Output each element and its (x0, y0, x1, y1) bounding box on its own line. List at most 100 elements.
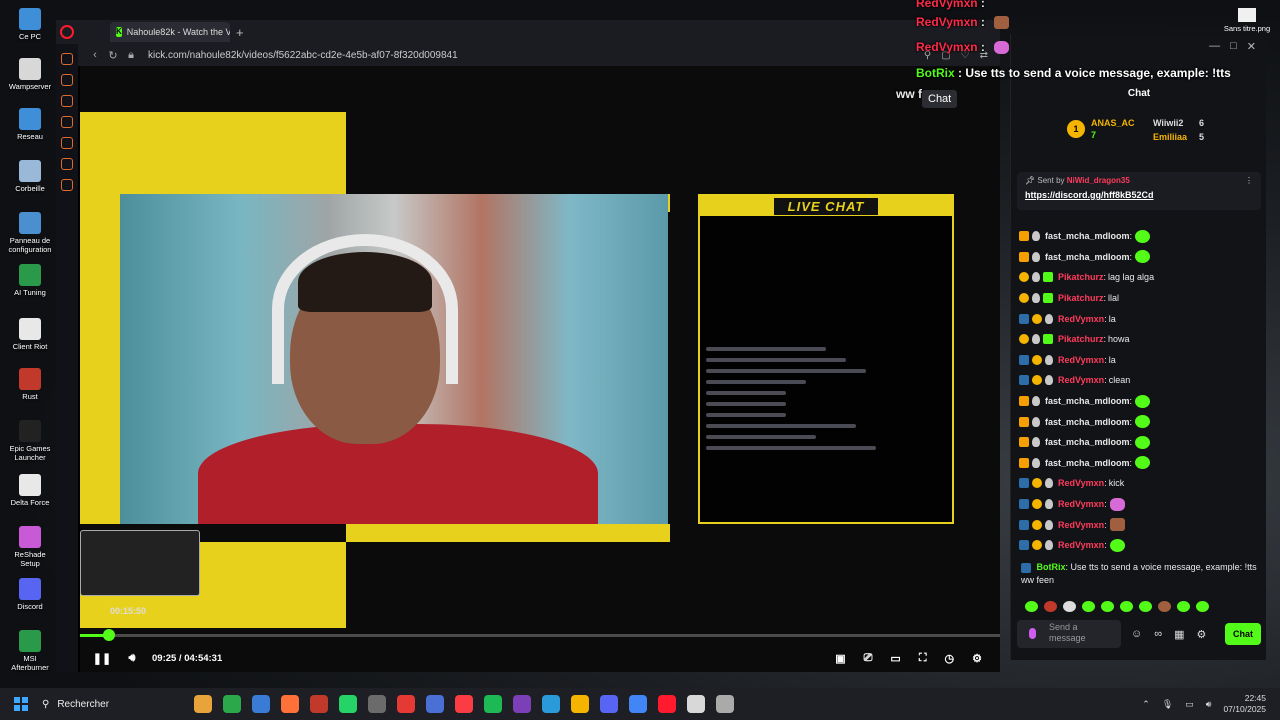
chat-username[interactable]: fast_mcha_mdloom (1045, 458, 1130, 468)
back-icon[interactable]: ‹ (86, 49, 104, 61)
taskbar-app-icon[interactable] (310, 695, 328, 713)
taskbar-app-icon[interactable] (513, 695, 531, 713)
taskbar-app-icon[interactable] (542, 695, 560, 713)
gift-icon[interactable]: ▦ (1174, 628, 1184, 641)
chat-username[interactable]: RedVymxn (1058, 540, 1104, 550)
windows-start-icon[interactable] (14, 697, 28, 711)
chat-username[interactable]: fast_mcha_mdloom (1045, 437, 1130, 447)
taskbar-app-icon[interactable] (658, 695, 676, 713)
chat-settings-icon[interactable]: ⚙ (1196, 628, 1206, 641)
desktop-icon[interactable]: Reseau (4, 108, 56, 141)
chat-input[interactable]: Send a message (1017, 620, 1121, 648)
emote-icon[interactable] (1177, 601, 1190, 612)
chat-username[interactable]: RedVymxn (1058, 375, 1104, 385)
taskbar-app-icon[interactable] (252, 695, 270, 713)
tray-chevron-icon[interactable]: ⌃ (1142, 699, 1150, 710)
chat-username[interactable]: Pikatchurz (1058, 334, 1104, 344)
emote-icon[interactable] (1120, 601, 1133, 612)
taskbar-app-icon[interactable] (687, 695, 705, 713)
taskbar-app-icon[interactable] (426, 695, 444, 713)
video-player[interactable]: LIVE CHAT 00:15:50 ❚❚ 🔊︎ 09:25 / 04:54:3… (80, 66, 1000, 672)
chat-username[interactable]: Pikatchurz (1058, 293, 1104, 303)
tab-kick[interactable]: K Nahoule82k - Watch the V (110, 22, 230, 42)
taskbar-app-icon[interactable] (484, 695, 502, 713)
taskbar-app-icon[interactable] (571, 695, 589, 713)
sidebar-wallet-icon[interactable] (61, 95, 73, 107)
sidebar-aria-icon[interactable] (61, 53, 73, 65)
volume-icon[interactable]: 🔊︎ (124, 651, 140, 665)
emote-icon[interactable] (1158, 601, 1171, 612)
taskbar-app-icon[interactable] (397, 695, 415, 713)
taskbar-app-icon[interactable] (281, 695, 299, 713)
sidebar-history-icon[interactable] (61, 158, 73, 170)
taskbar-search[interactable]: ⚲ Rechercher (42, 699, 182, 710)
desktop-icon[interactable]: AI Tuning (4, 264, 56, 297)
scrubber-handle[interactable] (103, 629, 116, 641)
pinned-link[interactable]: https://discord.gg/hff8kB52Cd (1025, 190, 1253, 200)
emote-icon[interactable] (1044, 601, 1057, 612)
desktop-icon[interactable]: Discord (4, 578, 56, 611)
reload-icon[interactable]: ↻ (104, 49, 122, 62)
chat-username[interactable]: fast_mcha_mdloom (1045, 252, 1130, 262)
desktop-icon[interactable]: Wampserver (4, 58, 56, 91)
pause-button[interactable]: ❚❚ (93, 651, 111, 665)
chat-username[interactable]: fast_mcha_mdloom (1045, 417, 1130, 427)
playback-speed-icon[interactable]: ◷ (945, 652, 955, 665)
desktop-icon[interactable]: MSI Afterburner (4, 630, 56, 672)
emote-icon[interactable] (1139, 601, 1152, 612)
desktop-icon[interactable]: Client Riot (4, 318, 56, 351)
taskbar-app-icon[interactable] (194, 695, 212, 713)
emote-icon[interactable] (1101, 601, 1114, 612)
chat-username[interactable]: fast_mcha_mdloom (1045, 231, 1130, 241)
opera-logo-icon[interactable] (60, 25, 74, 39)
taskbar-app-icon[interactable] (600, 695, 618, 713)
mic-tray-icon[interactable]: 🎙︎ (1162, 699, 1173, 710)
more-options-icon[interactable]: ⋮ (1245, 176, 1253, 185)
url-field[interactable]: kick.com/nahoule82k/videos/f5622abc-cd2e… (148, 50, 458, 61)
taskbar-app-icon[interactable] (716, 695, 734, 713)
desktop-icon[interactable]: ReShade Setup (4, 526, 56, 568)
infinity-icon[interactable]: ∞ (1154, 628, 1162, 641)
settings-gear-icon[interactable]: ⚙ (972, 652, 982, 665)
overlay-chat-button[interactable]: Chat (922, 90, 958, 108)
network-icon[interactable]: ▭ (1185, 699, 1194, 710)
send-chat-button[interactable]: Chat (1225, 623, 1261, 645)
taskbar-app-icon[interactable] (629, 695, 647, 713)
desktop-icon[interactable]: Corbeille (4, 160, 56, 193)
bot-user[interactable]: BotRix (1037, 562, 1066, 572)
chat-username[interactable]: RedVymxn (1058, 314, 1104, 324)
sidebar-messenger-icon[interactable] (61, 116, 73, 128)
desktop-icon[interactable]: Rust (4, 368, 56, 401)
clock[interactable]: 22:45 07/10/2025 (1223, 693, 1266, 715)
chat-username[interactable]: RedVymxn (1058, 478, 1104, 488)
emote-icon[interactable] (1025, 601, 1038, 612)
fullscreen-icon[interactable]: ⛶ (919, 652, 927, 665)
desktop-icon[interactable]: Ce PC (4, 8, 56, 41)
new-tab-button[interactable]: + (236, 25, 244, 40)
chat-username[interactable]: fast_mcha_mdloom (1045, 396, 1130, 406)
chat-username[interactable]: RedVymxn (1058, 355, 1104, 365)
chat-username[interactable]: Pikatchurz (1058, 272, 1104, 282)
pinned-message[interactable]: 📌︎ Sent by NiWid_dragon35 ⋮ https://disc… (1017, 172, 1261, 210)
emote-icon[interactable] (1063, 601, 1076, 612)
miniplayer-icon[interactable]: ▣ (835, 652, 845, 665)
mic-icon[interactable] (1029, 628, 1036, 639)
taskbar-app-icon[interactable] (223, 695, 241, 713)
emote-icon[interactable] (1196, 601, 1209, 612)
sidebar-shop-icon[interactable] (61, 74, 73, 86)
clip-icon[interactable]: ⎚ (864, 652, 873, 665)
desktop-icon[interactable]: Panneau de configuration (4, 212, 56, 254)
sidebar-player-icon[interactable] (61, 137, 73, 149)
emote-icon[interactable] (1082, 601, 1095, 612)
emoji-icon[interactable]: ☺ (1131, 628, 1142, 641)
taskbar-app-icon[interactable] (455, 695, 473, 713)
desktop-icon[interactable]: Delta Force (4, 474, 56, 507)
speaker-icon[interactable]: 🔊︎ (1206, 699, 1212, 710)
chat-username[interactable]: RedVymxn (1058, 520, 1104, 530)
progress-bar[interactable] (80, 634, 1000, 637)
taskbar-app-icon[interactable] (368, 695, 386, 713)
chat-username[interactable]: RedVymxn (1058, 499, 1104, 509)
sidebar-settings-icon[interactable] (61, 179, 73, 191)
desktop-icon[interactable]: Epic Games Launcher (4, 420, 56, 462)
taskbar-app-icon[interactable] (339, 695, 357, 713)
